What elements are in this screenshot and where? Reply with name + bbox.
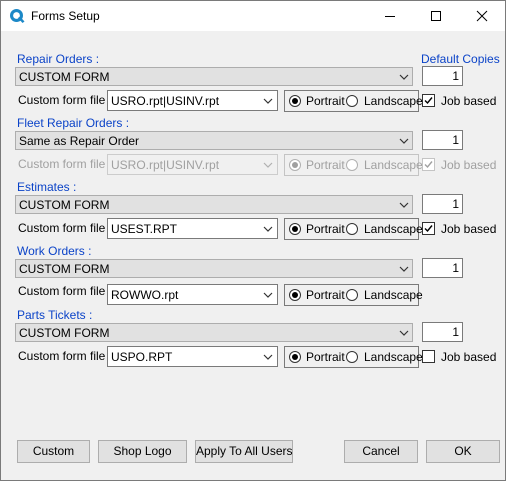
fleet-custom-file-label: Custom form file :: [18, 157, 113, 171]
portrait-label: Portrait: [306, 222, 345, 236]
estimates-custom-file-select[interactable]: USEST.RPT: [107, 218, 278, 239]
estimates-orientation-group: Portrait Landscape: [284, 218, 423, 240]
app-logo-icon: [10, 9, 25, 23]
repair-orders-orientation-group: Portrait Landscape: [284, 90, 423, 112]
work-orders-custom-file-value: ROWWO.rpt: [111, 288, 179, 302]
chevron-down-icon: [399, 266, 409, 272]
work-orders-copies-input[interactable]: 1: [422, 258, 463, 278]
work-orders-form-select[interactable]: CUSTOM FORM: [15, 259, 413, 278]
work-orders-landscape-radio[interactable]: [346, 289, 358, 301]
portrait-label: Portrait: [306, 350, 345, 364]
repair-orders-portrait-radio[interactable]: [289, 95, 301, 107]
landscape-label: Landscape: [364, 222, 423, 236]
fleet-job-based-checkbox: [422, 158, 435, 171]
parts-tickets-form-value: CUSTOM FORM: [19, 326, 110, 340]
repair-orders-job-based-label: Job based: [441, 94, 497, 108]
fleet-orientation-group: Portrait Landscape: [284, 154, 423, 176]
estimates-form-select[interactable]: CUSTOM FORM: [15, 195, 413, 214]
parts-tickets-custom-file-label: Custom form file :: [18, 349, 113, 363]
fleet-custom-file-value: USRO.rpt|USINV.rpt: [111, 158, 220, 172]
parts-tickets-copies-input[interactable]: 1: [422, 322, 463, 342]
window-title: Forms Setup: [31, 9, 100, 23]
checkmark-icon: [424, 161, 433, 169]
estimates-custom-file-label: Custom form file :: [18, 221, 113, 235]
landscape-label: Landscape: [364, 288, 423, 302]
repair-orders-custom-file-value: USRO.rpt|USINV.rpt: [111, 94, 220, 108]
minimize-icon: [385, 16, 395, 17]
maximize-button[interactable]: [413, 1, 459, 31]
repair-orders-custom-file-select[interactable]: USRO.rpt|USINV.rpt: [107, 90, 278, 111]
chevron-down-icon: [399, 138, 409, 144]
close-icon: [476, 10, 488, 22]
chevron-down-icon: [263, 292, 273, 298]
fleet-custom-file-select: USRO.rpt|USINV.rpt: [107, 154, 278, 175]
cancel-button[interactable]: Cancel: [344, 440, 418, 463]
fleet-repair-orders-form-value: Same as Repair Order: [19, 134, 140, 148]
parts-tickets-custom-file-value: USPO.RPT: [111, 350, 173, 364]
checkmark-icon: [424, 225, 433, 233]
repair-orders-label: Repair Orders :: [17, 52, 100, 66]
close-button[interactable]: [459, 1, 505, 31]
parts-tickets-job-based-checkbox[interactable]: [422, 350, 435, 363]
minimize-button[interactable]: [367, 1, 413, 31]
estimates-landscape-radio[interactable]: [346, 223, 358, 235]
parts-tickets-label: Parts Tickets :: [17, 308, 93, 322]
chevron-down-icon: [263, 98, 273, 104]
checkmark-icon: [424, 97, 433, 105]
parts-tickets-form-select[interactable]: CUSTOM FORM: [15, 323, 413, 342]
default-copies-label: Default Copies: [421, 52, 500, 66]
chevron-down-icon: [399, 74, 409, 80]
landscape-label: Landscape: [364, 350, 423, 364]
estimates-custom-file-value: USEST.RPT: [111, 222, 178, 236]
estimates-copies-input[interactable]: 1: [422, 194, 463, 214]
parts-tickets-landscape-radio[interactable]: [346, 351, 358, 363]
estimates-job-based-checkbox[interactable]: [422, 222, 435, 235]
fleet-repair-orders-form-select[interactable]: Same as Repair Order: [15, 131, 413, 150]
work-orders-portrait-radio[interactable]: [289, 289, 301, 301]
forms-setup-window: Forms Setup Default Copies Repair Orders…: [0, 0, 506, 481]
fleet-repair-orders-label: Fleet Repair Orders :: [17, 116, 130, 130]
repair-orders-job-based-checkbox[interactable]: [422, 94, 435, 107]
repair-orders-form-select[interactable]: CUSTOM FORM: [15, 67, 413, 86]
portrait-label: Portrait: [306, 94, 345, 108]
estimates-form-value: CUSTOM FORM: [19, 198, 110, 212]
parts-tickets-portrait-radio[interactable]: [289, 351, 301, 363]
landscape-label: Landscape: [364, 158, 423, 172]
custom-button[interactable]: Custom: [17, 440, 90, 463]
apply-to-all-users-button[interactable]: Apply To All Users: [195, 440, 293, 463]
parts-tickets-job-based-label: Job based: [441, 350, 497, 364]
shop-logo-button[interactable]: Shop Logo: [98, 440, 187, 463]
estimates-job-based-label: Job based: [441, 222, 497, 236]
work-orders-form-value: CUSTOM FORM: [19, 262, 110, 276]
fleet-portrait-radio: [289, 159, 301, 171]
fleet-job-based-label: Job based: [441, 158, 497, 172]
landscape-label: Landscape: [364, 94, 423, 108]
chevron-down-icon: [263, 162, 273, 168]
work-orders-custom-file-label: Custom form file :: [18, 284, 113, 298]
parts-tickets-orientation-group: Portrait Landscape: [284, 346, 423, 368]
portrait-label: Portrait: [306, 158, 345, 172]
parts-tickets-custom-file-select[interactable]: USPO.RPT: [107, 346, 278, 367]
chevron-down-icon: [263, 354, 273, 360]
title-bar: Forms Setup: [1, 1, 505, 31]
estimates-label: Estimates :: [17, 180, 77, 194]
chevron-down-icon: [263, 226, 273, 232]
repair-orders-copies-input[interactable]: 1: [422, 66, 463, 86]
chevron-down-icon: [399, 330, 409, 336]
repair-orders-custom-file-label: Custom form file :: [18, 93, 113, 107]
estimates-portrait-radio[interactable]: [289, 223, 301, 235]
portrait-label: Portrait: [306, 288, 345, 302]
work-orders-custom-file-select[interactable]: ROWWO.rpt: [107, 284, 278, 305]
work-orders-label: Work Orders :: [17, 244, 92, 258]
fleet-repair-orders-copies-input[interactable]: 1: [422, 130, 463, 150]
maximize-icon: [431, 11, 441, 21]
repair-orders-form-value: CUSTOM FORM: [19, 70, 110, 84]
ok-button[interactable]: OK: [426, 440, 500, 463]
work-orders-orientation-group: Portrait Landscape: [284, 284, 423, 306]
fleet-landscape-radio: [346, 159, 358, 171]
repair-orders-landscape-radio[interactable]: [346, 95, 358, 107]
chevron-down-icon: [399, 202, 409, 208]
